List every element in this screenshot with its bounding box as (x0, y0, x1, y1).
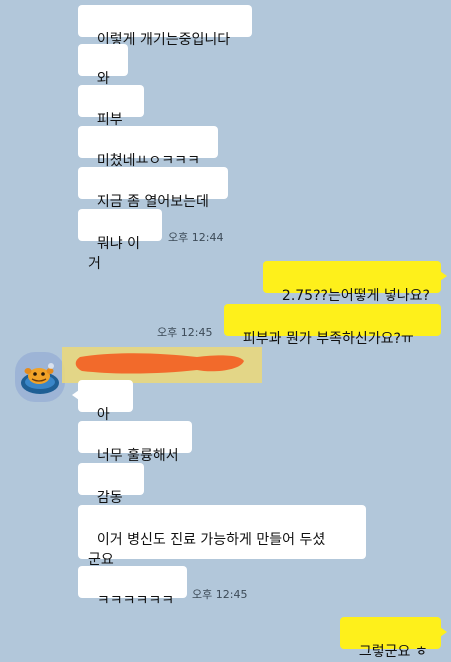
message-text: 뭐냐 이거 (88, 236, 140, 272)
message-timestamp: 오후 12:45 (192, 588, 248, 601)
message-text: 이거 병신도 진료 가능하게 만들어 두셨 군요 (88, 532, 326, 568)
message-bubble-sent[interactable]: 2.75??는어떻게 넣나요? (263, 261, 447, 304)
message-bubble-received[interactable]: 이렇게 개기는중입니다 (78, 5, 252, 48)
message-text: 피부과 뭔가 부족하신가요?ㅠ (242, 331, 414, 347)
message-bubble-received[interactable]: 너무 훌륭해서 (78, 421, 192, 464)
message-bubble-sent[interactable]: 그렇군요 ㅎ (340, 617, 447, 660)
message-bubble-received[interactable]: 와씨 (78, 44, 128, 107)
message-timestamp: 오후 12:45 (157, 326, 213, 339)
message-bubble-sent[interactable]: 피부과 뭔가 부족하신가요?ㅠ (224, 304, 441, 347)
message-bubble-received[interactable]: ㅋㅋㅋㅋㅋㅋ (78, 566, 187, 609)
message-text: ㅋㅋㅋㅋㅋㅋ (96, 593, 175, 609)
redacted-sender-name (62, 345, 262, 385)
message-timestamp: 오후 12:44 (168, 231, 224, 244)
message-text: 너무 훌륭해서 (96, 448, 179, 464)
message-bubble-received[interactable]: 이거 병신도 진료 가능하게 만들어 두셨 군요 (78, 505, 366, 568)
message-bubble-received[interactable]: 피부과 (78, 85, 144, 148)
message-bubble-received[interactable]: 미쳤네ㅛㅇㅋㅋㅋ (78, 126, 218, 169)
message-bubble-received[interactable]: 감동중 (78, 463, 144, 526)
avatar[interactable] (15, 352, 65, 402)
message-text: 그렇군요 ㅎ (358, 644, 428, 660)
message-bubble-received[interactable]: 아뇨.. (72, 380, 133, 443)
message-text: 지금 좀 열어보는데 (96, 194, 209, 210)
message-bubble-received[interactable]: 지금 좀 열어보는데 (78, 167, 228, 210)
cartoon-character-avatar-icon (21, 363, 59, 394)
message-bubble-received[interactable]: 뭐냐 이거 (78, 209, 162, 272)
message-text: 2.75??는어떻게 넣나요? (281, 288, 430, 304)
